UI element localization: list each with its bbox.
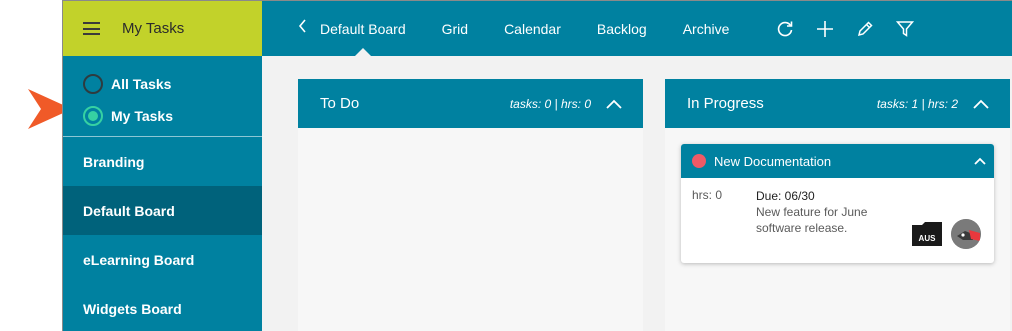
column-stats: tasks: 1 | hrs: 2 [876, 96, 958, 111]
sidebar-item-default-board[interactable]: Default Board [63, 186, 262, 235]
top-nav-bar: Default Board Grid Calendar Backlog Arch… [262, 1, 1012, 56]
status-dot-icon [692, 154, 706, 168]
folder-label: AUS [918, 234, 936, 243]
tab-grid[interactable]: Grid [442, 1, 468, 56]
radio-button[interactable] [83, 74, 103, 94]
sidebar-title: My Tasks [122, 20, 185, 37]
column-stats: tasks: 0 | hrs: 0 [509, 96, 591, 111]
column-title: To Do [320, 95, 360, 112]
task-due-date: Due: 06/30 [756, 189, 815, 203]
chevron-up-icon[interactable] [972, 95, 990, 113]
avatar[interactable] [951, 219, 981, 249]
radio-label: All Tasks [111, 76, 172, 92]
tab-backlog[interactable]: Backlog [597, 1, 647, 56]
filter-icon[interactable] [885, 1, 925, 56]
task-card[interactable]: New Documentation hrs: 0 Due: 06/30 New … [681, 144, 994, 263]
app-window: My Tasks All Tasks My Tasks Branding Def… [62, 0, 1012, 331]
view-tabs: Default Board Grid Calendar Backlog Arch… [320, 1, 765, 56]
column-header: To Do tasks: 0 | hrs: 0 [298, 79, 643, 128]
radio-my-tasks[interactable]: My Tasks [63, 100, 262, 132]
sidebar-item-branding[interactable]: Branding [63, 137, 262, 186]
plus-icon[interactable] [805, 1, 845, 56]
task-card-header: New Documentation [681, 144, 994, 178]
pencil-icon[interactable] [845, 1, 885, 56]
task-description: New feature for June software release. [756, 205, 868, 235]
task-card-body: hrs: 0 Due: 06/30 New feature for June s… [681, 178, 994, 249]
radio-button-checked[interactable] [83, 106, 103, 126]
chevron-up-icon[interactable] [605, 95, 623, 113]
column-header: In Progress tasks: 1 | hrs: 2 [665, 79, 1010, 128]
column-in-progress: In Progress tasks: 1 | hrs: 2 New Docume… [665, 79, 1010, 331]
refresh-icon[interactable] [765, 1, 805, 56]
task-hours: hrs: 0 [692, 188, 723, 202]
column-title: In Progress [687, 95, 764, 112]
task-details: Due: 06/30 New feature for June software… [756, 188, 906, 236]
folder-icon[interactable]: AUS [912, 222, 942, 246]
sidebar-header: My Tasks [63, 1, 262, 56]
column-to-do: To Do tasks: 0 | hrs: 0 [298, 79, 643, 331]
hamburger-menu-icon[interactable] [83, 22, 100, 35]
radio-all-tasks[interactable]: All Tasks [63, 68, 262, 100]
sidebar: My Tasks All Tasks My Tasks Branding Def… [63, 1, 262, 331]
task-filter-group: All Tasks My Tasks [63, 56, 262, 137]
tab-archive[interactable]: Archive [683, 1, 730, 56]
tab-default-board[interactable]: Default Board [320, 1, 406, 56]
radio-label: My Tasks [111, 108, 173, 124]
chevron-left-icon[interactable] [262, 19, 306, 38]
task-title[interactable]: New Documentation [714, 154, 974, 169]
chevron-up-icon[interactable] [974, 152, 986, 170]
tab-calendar[interactable]: Calendar [504, 1, 561, 56]
sidebar-item-elearning-board[interactable]: eLearning Board [63, 235, 262, 284]
sidebar-item-widgets-board[interactable]: Widgets Board [63, 284, 262, 331]
